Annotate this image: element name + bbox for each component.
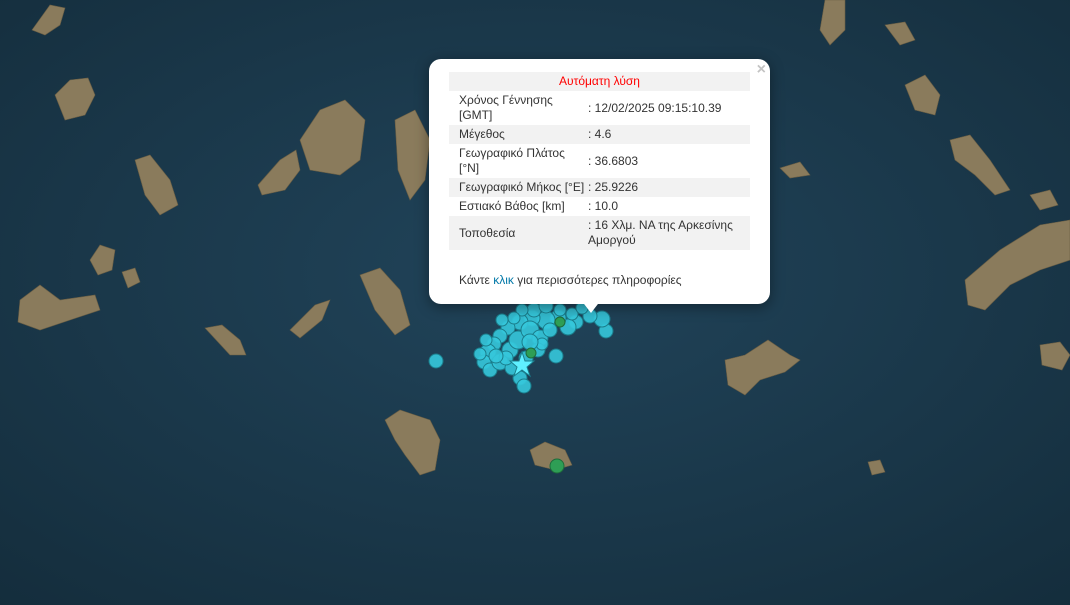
earthquake-event-marker[interactable]	[473, 347, 487, 361]
earthquake-event-marker[interactable]	[488, 348, 504, 364]
origin-time-value: : 12/02/2025 09:15:10.39	[588, 100, 722, 115]
table-row: Μέγεθος: 4.6	[449, 125, 750, 144]
depth-label: Εστιακό Βάθος [km]	[459, 199, 565, 213]
table-row: Τοποθεσία: 16 Χλμ. ΝΑ της Αρκεσίνης Αμορ…	[449, 216, 750, 250]
table-row: Εστιακό Βάθος [km] : 10.0	[449, 197, 750, 216]
table-row: Γεωγραφικό Μήκος [°E]: 25.9226	[449, 178, 750, 197]
more-info-link[interactable]: κλικ	[493, 273, 514, 287]
older-earthquake-event-marker[interactable]	[549, 458, 565, 474]
earthquake-event-marker[interactable]	[507, 311, 521, 325]
origin-time-label: Χρόνος Γέννησης [GMT]	[459, 93, 553, 122]
more-info-prefix: Κάντε	[459, 273, 490, 287]
more-info-text: Κάντε κλικ για περισσότερες πληροφορίες	[459, 273, 682, 287]
earthquake-event-marker[interactable]	[548, 348, 564, 364]
latitude-value: : 36.6803	[588, 153, 639, 168]
longitude-label: Γεωγραφικό Μήκος [°E]	[449, 178, 588, 197]
earthquake-event-marker[interactable]	[516, 378, 532, 394]
older-earthquake-event-marker[interactable]	[525, 347, 537, 359]
earthquake-event-marker[interactable]	[428, 353, 444, 369]
magnitude-value: : 4.6	[588, 125, 750, 144]
earthquake-event-marker[interactable]	[553, 303, 567, 317]
earthquake-info-popup: × Αυτόματη λύση Χρόνος Γέννησης [GMT] : 1…	[429, 59, 770, 304]
location-value: : 16 Χλμ. ΝΑ της Αρκεσίνης Αμοργού	[588, 216, 750, 250]
popup-pointer	[581, 300, 601, 313]
table-row: Χρόνος Γέννησης [GMT] : 12/02/2025 09:15:…	[449, 91, 750, 125]
location-label: Τοποθεσία	[449, 216, 588, 250]
earthquake-event-marker[interactable]	[542, 322, 558, 338]
older-earthquake-event-marker[interactable]	[554, 316, 566, 328]
depth-value: : 10.0	[588, 199, 619, 213]
table-row: Γεωγραφικό Πλάτος [°N] : 36.6803	[449, 144, 750, 178]
close-icon[interactable]: ×	[757, 61, 766, 79]
magnitude-label: Μέγεθος	[449, 125, 588, 144]
earthquake-event-marker[interactable]	[495, 313, 509, 327]
solution-title: Αυτόματη λύση	[449, 72, 750, 91]
more-info-suffix: για περισσότερες πληροφορίες	[517, 273, 682, 287]
earthquake-event-marker[interactable]	[479, 333, 493, 347]
longitude-value: : 25.9226	[588, 178, 750, 197]
latitude-label: Γεωγραφικό Πλάτος [°N]	[459, 146, 565, 175]
earthquake-details-table: Αυτόματη λύση Χρόνος Γέννησης [GMT] : 12/…	[449, 72, 750, 250]
